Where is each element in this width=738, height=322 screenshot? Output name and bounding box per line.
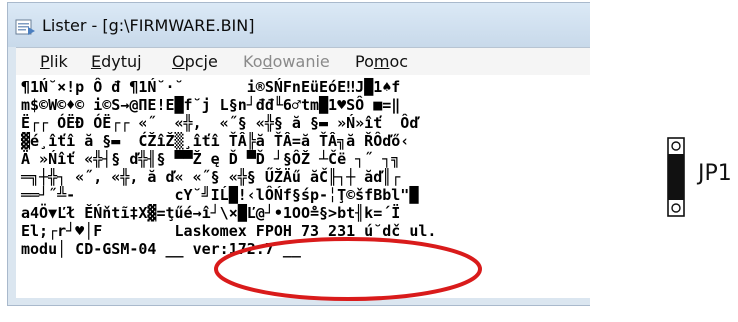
menu-edytuj-mnemonic: E — [91, 52, 102, 71]
content-line: ¶1Ń˘×!p Ô đ ¶1Ń˘·˘ i®SŃFnEüEóE‼J█1♠f — [21, 78, 401, 96]
content-line: modu│ CD-GSM-04 __ ver:172.7 __ — [21, 240, 301, 258]
menu-bar: Plik Edytuj Opcje Kodowanie Pomoc — [16, 47, 590, 76]
menu-edytuj-label-rest: dytuj — [101, 52, 142, 71]
content-line: Ë┌┌ ÓËĐ ÓË┌┌ «˝ «╬, «˝§ «╬§ ă §▬ »Ń»îť Ô… — [21, 114, 419, 132]
menu-kodowanie-mnemonic: d — [262, 52, 273, 71]
title-bar[interactable]: Lister - [g:\FIRMWARE.BIN] — [8, 3, 590, 47]
menu-pomoc[interactable]: Pomoc — [355, 52, 408, 71]
menu-plik-mnemonic: P — [40, 52, 50, 71]
menu-opcje[interactable]: Opcje — [172, 52, 218, 71]
menu-pomoc-label-a: Po — [355, 52, 374, 71]
content-line: El;┌r┘♥│F Laskomex FPOH 73 231 ú˘dč ul. — [21, 222, 437, 240]
content-line: ══┘˝╩- cY˘╝IĹ█!‹lÔŃf§śp-╎Ţ©šfBbl"█ — [21, 186, 419, 204]
jumper-jp1-icon — [667, 137, 685, 217]
file-content-view[interactable]: ¶1Ń˘×!p Ô đ ¶1Ń˘·˘ i®SŃFnEüEóE‼J█1♠f m$©… — [16, 75, 590, 298]
content-line: a4Ö▼Ľł ĚŃňtĩ‡X▓=ţűé→î┘\×█Ľ@┘•1OO≗§>bt╢k=… — [21, 204, 401, 222]
menu-opcje-mnemonic: O — [172, 52, 185, 71]
window-title: Lister - [g:\FIRMWARE.BIN] — [42, 16, 255, 35]
lister-window: Lister - [g:\FIRMWARE.BIN] Plik Edytuj O… — [7, 2, 590, 306]
content-line: m$©W©♦© i©S→@ΠE!E█f˘j L§n┘đđ╙6♂tm█1♥SÔ ■… — [21, 96, 401, 114]
jumper-label: JP1 — [698, 161, 732, 186]
screenshot-stage: Lister - [g:\FIRMWARE.BIN] Plik Edytuj O… — [0, 0, 738, 322]
lister-app-icon — [15, 19, 35, 35]
menu-pomoc-mnemonic: m — [373, 52, 390, 71]
menu-plik-label-rest: lik — [49, 52, 68, 71]
content-line: Ä »Ńîť «╬┤§ ď╬╢§ ▀▀Ž ę Ď ▀Ď ┘§ÔŽ ┴Čë ┐˝ … — [21, 150, 401, 168]
menu-pomoc-label-b: oc — [389, 52, 409, 71]
content-line: ═╗┼╬┐ «˝, «╬, ă ď« «˝§ «╬§ ŰŽÄű ăČ╟┐┼ ăď… — [21, 168, 401, 186]
menu-plik[interactable]: Plik — [40, 52, 68, 71]
menu-edytuj[interactable]: Edytuj — [91, 52, 142, 71]
menu-kodowanie[interactable]: Kodowanie — [243, 52, 330, 71]
menu-opcje-label-rest: pcje — [184, 52, 218, 71]
content-line: ▓é¸îťî ă §▬ ĆŽîŽ▒¸îťî ŤÂ╠ă ŤÂ=ă ŤÂ╗ă ŘÔď… — [21, 132, 410, 150]
menu-kodowanie-label-a: Ko — [243, 52, 263, 71]
menu-kodowanie-label-b: owanie — [272, 52, 330, 71]
